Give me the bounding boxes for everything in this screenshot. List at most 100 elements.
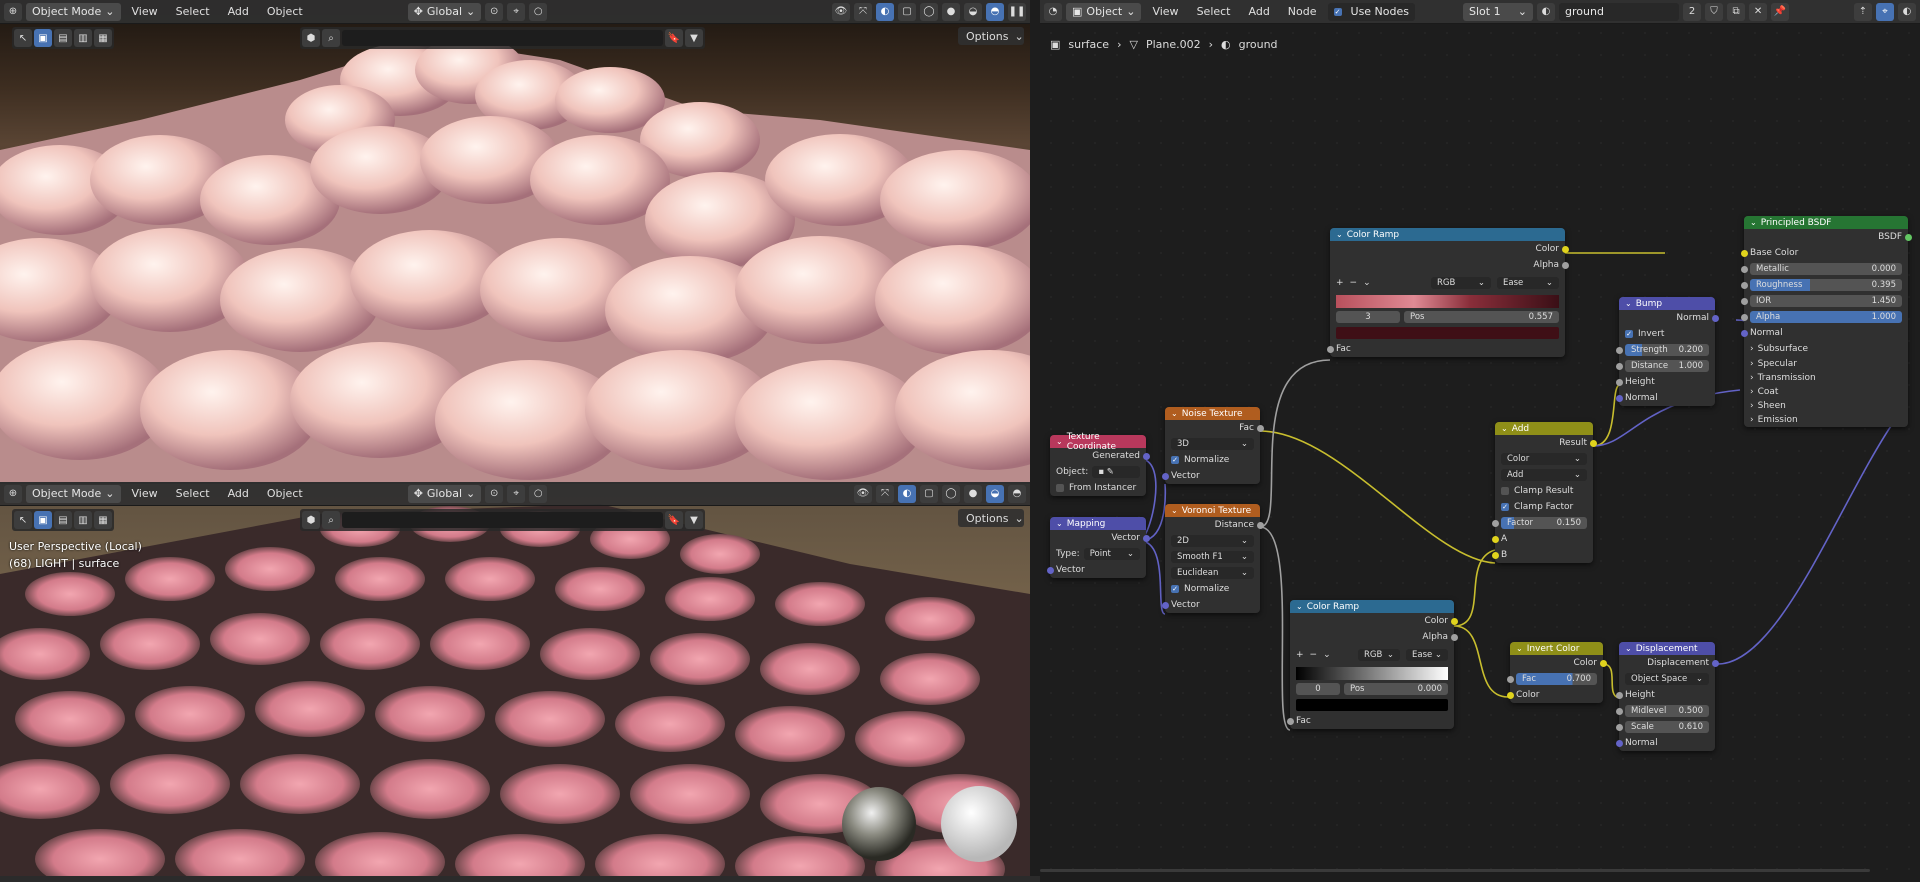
stop-color-swatch[interactable] (1296, 699, 1448, 711)
node-color-ramp-2[interactable]: Color Ramp Color Alpha +−⌄ RGB⌄ Ease⌄ 0 Pos… (1286, 600, 1458, 729)
search-input[interactable] (342, 512, 663, 528)
snap-icon[interactable]: ⌖ (1876, 2, 1894, 21)
overlay-icon[interactable]: ◐ (876, 2, 894, 21)
menu-object[interactable]: Object (260, 487, 310, 500)
pivot-icon[interactable]: ⊙ (485, 484, 504, 503)
scale-field[interactable]: Scale 0.610 (1625, 721, 1709, 733)
menu-select[interactable]: Select (169, 487, 217, 500)
users-count[interactable]: 2 (1683, 2, 1702, 21)
node-header[interactable]: Voronoi Texture (1165, 504, 1260, 517)
select-invert-icon[interactable]: ▦ (94, 511, 112, 529)
node-mapping[interactable]: Mapping Vector Type:Point⌄ Vector (1046, 517, 1150, 578)
metric-dropdown[interactable]: Euclidean ⌄ (1171, 567, 1254, 579)
select-extend-icon[interactable]: ▤ (54, 29, 72, 47)
snap-icon[interactable]: ⌖ (507, 484, 526, 503)
search-icon[interactable]: ⌕ (322, 29, 340, 47)
add-stop-icon[interactable]: + (1336, 278, 1344, 288)
dimensions-dropdown[interactable]: 2D ⌄ (1171, 535, 1254, 547)
factor-slider[interactable]: Factor 0.150 (1501, 517, 1587, 529)
input-socket[interactable] (1615, 346, 1623, 354)
color-mode-dropdown[interactable]: RGB ⌄ (1358, 649, 1400, 661)
shading-material-icon[interactable]: ◒ (986, 484, 1004, 503)
node-principled-bsdf[interactable]: Principled BSDF BSDF Base Color Metallic… (1740, 216, 1912, 427)
clamp-result-checkbox[interactable] (1501, 487, 1509, 495)
input-socket[interactable] (1286, 717, 1294, 725)
mode-dropdown[interactable]: Object Mode ⌄ (26, 484, 121, 503)
interpolation-dropdown[interactable]: Ease ⌄ (1406, 649, 1448, 661)
editor-type-icon[interactable]: ⊕ (4, 484, 22, 503)
shading-material-icon[interactable]: ◒ (964, 2, 982, 21)
remove-stop-icon[interactable]: − (1310, 650, 1318, 660)
input-socket[interactable] (1615, 378, 1623, 386)
transform-orientation-dropdown[interactable]: ✥ Global ⌄ (407, 484, 482, 503)
output-socket[interactable] (1589, 439, 1597, 447)
stop-index-field[interactable]: 0 (1296, 683, 1340, 695)
input-socket[interactable] (1740, 265, 1748, 273)
midlevel-field[interactable]: Midlevel 0.500 (1625, 705, 1709, 717)
dimensions-dropdown[interactable]: 3D ⌄ (1171, 438, 1254, 450)
output-socket[interactable] (1561, 245, 1569, 253)
select-box-icon[interactable]: ▣ (34, 29, 52, 47)
chevron-down-icon[interactable]: ⌄ (1363, 278, 1371, 288)
select-subtract-icon[interactable]: ▥ (74, 29, 92, 47)
node-noise-texture[interactable]: Noise Texture Fac 3D⌄ ✓ Normalize Vector (1161, 407, 1264, 484)
node-header[interactable]: Add (1495, 422, 1593, 435)
node-header[interactable]: Principled BSDF (1744, 216, 1908, 229)
node-header[interactable]: Displacement (1619, 642, 1715, 655)
from-instancer-checkbox[interactable] (1056, 484, 1064, 492)
input-socket[interactable] (1506, 691, 1514, 699)
shading-rendered-icon[interactable]: ◓ (1008, 484, 1026, 503)
node-header[interactable]: Noise Texture (1165, 407, 1260, 420)
xray-icon[interactable]: ▢ (920, 484, 938, 503)
output-socket[interactable] (1711, 314, 1719, 322)
shader-type-dropdown[interactable]: ▣ Object ⌄ (1066, 2, 1142, 21)
horizontal-scrollbar[interactable] (1040, 869, 1870, 872)
visibility-icon[interactable]: 👁 (832, 2, 850, 21)
gizmo-icon[interactable]: ⤧ (854, 2, 872, 21)
menu-view[interactable]: View (125, 5, 165, 18)
pause-icon[interactable]: ❚❚ (1008, 2, 1026, 21)
color-mode-dropdown[interactable]: RGB ⌄ (1431, 277, 1491, 289)
output-socket[interactable] (1599, 659, 1607, 667)
object-picker[interactable]: ▪ ✎ (1092, 466, 1140, 478)
bookmark-icon[interactable]: 🔖 (665, 511, 683, 529)
distance-field[interactable]: Distance 1.000 (1625, 360, 1709, 372)
editor-type-icon[interactable]: ⊕ (4, 2, 22, 21)
output-socket[interactable] (1256, 521, 1264, 529)
chevron-down-icon[interactable]: ⌄ (1323, 650, 1331, 660)
viewport-top[interactable] (0, 0, 1030, 482)
input-socket[interactable] (1506, 675, 1514, 683)
output-socket[interactable] (1561, 261, 1569, 269)
stop-index-field[interactable]: 3 (1336, 311, 1400, 323)
ior-field[interactable]: IOR 1.450 (1750, 295, 1902, 307)
bookmark-icon[interactable]: 🔖 (665, 29, 683, 47)
menu-add[interactable]: Add (1242, 5, 1277, 18)
output-socket[interactable] (1142, 534, 1150, 542)
shading-solid-icon[interactable]: ● (964, 484, 982, 503)
overlay-icon[interactable]: ◐ (1898, 2, 1916, 21)
object-type-filter-icon[interactable]: ⬢ (302, 511, 320, 529)
output-socket[interactable] (1256, 424, 1264, 432)
stop-position-field[interactable]: Pos 0.000 (1344, 683, 1448, 695)
fac-slider[interactable]: Fac 0.700 (1516, 673, 1597, 685)
input-socket[interactable] (1615, 362, 1623, 370)
input-socket[interactable] (1740, 249, 1748, 257)
remove-stop-icon[interactable]: − (1350, 278, 1358, 288)
node-header[interactable]: Bump (1619, 297, 1715, 310)
input-socket[interactable] (1615, 691, 1623, 699)
input-socket[interactable] (1740, 297, 1748, 305)
input-socket[interactable] (1161, 601, 1169, 609)
node-color-ramp-1[interactable]: Color Ramp Color Alpha +−⌄ RGB⌄ Ease⌄ 3 Pos… (1326, 228, 1569, 357)
menu-select[interactable]: Select (169, 5, 217, 18)
funnel-icon[interactable]: ▼ (685, 29, 703, 47)
mode-dropdown[interactable]: Object Mode ⌄ (26, 2, 121, 21)
select-box-icon[interactable]: ▣ (34, 511, 52, 529)
panel-transmission[interactable]: › Transmission (1744, 371, 1908, 385)
input-socket[interactable] (1740, 329, 1748, 337)
editor-type-icon[interactable]: ◔ (1044, 2, 1062, 21)
object-type-filter-icon[interactable]: ⬢ (302, 29, 320, 47)
use-nodes-checkbox[interactable]: ✓ Use Nodes (1327, 2, 1416, 21)
panel-sheen[interactable]: › Sheen (1744, 399, 1908, 413)
material-sphere-icon[interactable]: ◐ (1537, 2, 1556, 21)
panel-subsurface[interactable]: › Subsurface (1744, 341, 1908, 357)
